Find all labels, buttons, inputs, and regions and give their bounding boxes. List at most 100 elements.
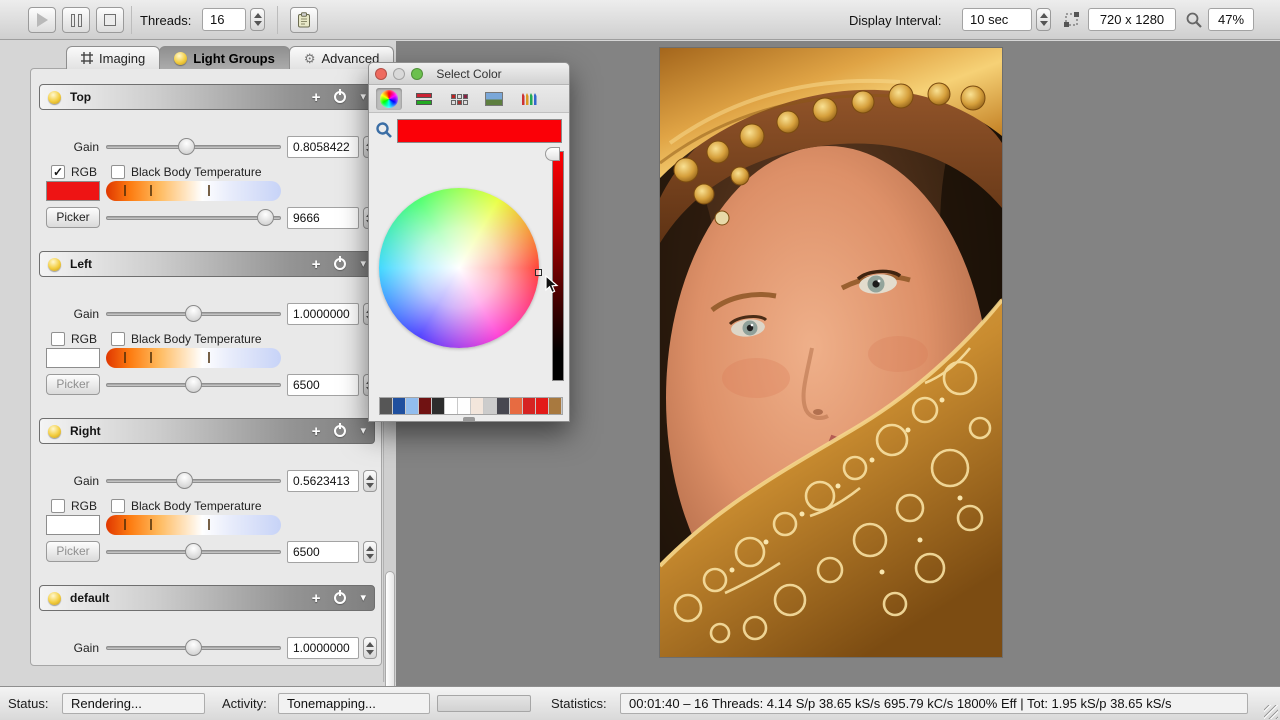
step-down-icon[interactable] xyxy=(366,483,374,488)
step-up-icon[interactable] xyxy=(1040,13,1048,18)
temperature-slider[interactable] xyxy=(106,383,281,387)
temperature-stepper[interactable] xyxy=(363,541,377,563)
slider-knob[interactable] xyxy=(178,138,195,155)
color-wheel-mode-button[interactable] xyxy=(376,88,402,110)
temperature-value-input[interactable]: 6500 xyxy=(287,541,359,563)
gain-stepper[interactable] xyxy=(363,470,377,492)
add-icon[interactable]: + xyxy=(312,90,321,105)
step-down-icon[interactable] xyxy=(366,554,374,559)
pause-button[interactable] xyxy=(62,7,90,33)
display-interval-stepper[interactable] xyxy=(1036,8,1051,31)
temperature-value-input[interactable]: 9666 xyxy=(287,207,359,229)
crayons-mode-button[interactable] xyxy=(516,88,542,110)
rgb-checkbox[interactable] xyxy=(51,499,65,513)
copy-to-clipboard-button[interactable] xyxy=(290,7,318,33)
swatch[interactable] xyxy=(432,398,445,414)
step-up-icon[interactable] xyxy=(366,642,374,647)
gain-value-input[interactable]: 0.8058422 xyxy=(287,136,359,158)
blackbody-gradient-bar[interactable] xyxy=(106,181,281,201)
swatch[interactable] xyxy=(510,398,523,414)
swatch[interactable] xyxy=(406,398,419,414)
step-up-icon[interactable] xyxy=(366,546,374,551)
threads-input[interactable]: 16 xyxy=(202,8,246,31)
power-toggle-icon[interactable] xyxy=(334,592,346,604)
rgb-checkbox[interactable] xyxy=(51,332,65,346)
add-icon[interactable]: + xyxy=(312,591,321,606)
light-group-header[interactable]: default + ▾ xyxy=(39,585,375,611)
swatch[interactable] xyxy=(393,398,406,414)
bbt-checkbox[interactable] xyxy=(111,332,125,346)
display-interval-input[interactable]: 10 sec xyxy=(962,8,1032,31)
light-group-header[interactable]: Right + ▾ xyxy=(39,418,375,444)
temperature-value-input[interactable]: 6500 xyxy=(287,374,359,396)
add-icon[interactable]: + xyxy=(312,424,321,439)
rgb-color-swatch[interactable] xyxy=(46,181,100,201)
rgb-checkbox[interactable]: ✓ xyxy=(51,165,65,179)
gain-slider[interactable] xyxy=(106,646,281,650)
swatch[interactable] xyxy=(445,398,458,414)
bbt-checkbox[interactable] xyxy=(111,499,125,513)
stop-button[interactable] xyxy=(96,7,124,33)
swatch[interactable] xyxy=(536,398,549,414)
chevron-down-icon[interactable]: ▾ xyxy=(360,259,366,270)
slider-knob[interactable] xyxy=(185,543,202,560)
magnifier-icon[interactable] xyxy=(375,121,393,142)
step-down-icon[interactable] xyxy=(254,21,262,26)
step-down-icon[interactable] xyxy=(366,650,374,655)
power-toggle-icon[interactable] xyxy=(334,91,346,103)
swatch[interactable] xyxy=(458,398,471,414)
brightness-slider-handle[interactable] xyxy=(545,147,560,161)
threads-stepper[interactable] xyxy=(250,8,265,31)
slider-knob[interactable] xyxy=(176,472,193,489)
chevron-down-icon[interactable]: ▾ xyxy=(360,593,366,604)
slider-knob[interactable] xyxy=(185,639,202,656)
swatch[interactable] xyxy=(523,398,536,414)
gain-slider[interactable] xyxy=(106,312,281,316)
bbt-checkbox[interactable] xyxy=(111,165,125,179)
power-toggle-icon[interactable] xyxy=(334,425,346,437)
scrollbar-thumb[interactable] xyxy=(385,571,395,691)
dialog-titlebar[interactable]: Select Color xyxy=(369,63,569,85)
play-button[interactable] xyxy=(28,7,56,33)
light-group-header[interactable]: Top + ▾ xyxy=(39,84,375,110)
rgb-color-swatch[interactable] xyxy=(46,348,100,368)
gain-value-input[interactable]: 1.0000000 xyxy=(287,303,359,325)
swatch[interactable] xyxy=(380,398,393,414)
image-palettes-mode-button[interactable] xyxy=(481,88,507,110)
color-sliders-mode-button[interactable] xyxy=(411,88,437,110)
swatch[interactable] xyxy=(471,398,484,414)
gain-value-input[interactable]: 0.5623413 xyxy=(287,470,359,492)
temperature-slider[interactable] xyxy=(106,216,281,220)
step-up-icon[interactable] xyxy=(366,475,374,480)
swatch[interactable] xyxy=(497,398,510,414)
swatch[interactable] xyxy=(484,398,497,414)
blackbody-gradient-bar[interactable] xyxy=(106,515,281,535)
chevron-down-icon[interactable]: ▾ xyxy=(360,426,366,437)
brightness-slider[interactable] xyxy=(552,151,564,381)
swatch[interactable] xyxy=(549,398,562,414)
slider-knob[interactable] xyxy=(185,376,202,393)
add-icon[interactable]: + xyxy=(312,257,321,272)
step-down-icon[interactable] xyxy=(1040,21,1048,26)
tab-imaging[interactable]: Imaging xyxy=(66,46,160,69)
color-palettes-mode-button[interactable] xyxy=(446,88,472,110)
tab-light-groups[interactable]: Light Groups xyxy=(159,46,290,69)
resize-grip[interactable] xyxy=(1264,705,1278,719)
chevron-down-icon[interactable]: ▾ xyxy=(360,92,366,103)
light-group-header[interactable]: Left + ▾ xyxy=(39,251,375,277)
slider-knob[interactable] xyxy=(185,305,202,322)
gain-stepper[interactable] xyxy=(363,637,377,659)
temperature-slider[interactable] xyxy=(106,550,281,554)
picker-button[interactable]: Picker xyxy=(46,207,100,228)
gain-slider[interactable] xyxy=(106,479,281,483)
gain-slider[interactable] xyxy=(106,145,281,149)
swatch[interactable] xyxy=(419,398,432,414)
swatch-drawer-handle[interactable] xyxy=(463,417,475,421)
wheel-selection-marker[interactable] xyxy=(535,269,542,276)
picker-button[interactable]: Picker xyxy=(46,374,100,395)
gain-value-input[interactable]: 1.0000000 xyxy=(287,637,359,659)
hue-saturation-wheel[interactable] xyxy=(379,188,539,348)
power-toggle-icon[interactable] xyxy=(334,258,346,270)
slider-knob[interactable] xyxy=(257,209,274,226)
rgb-color-swatch[interactable] xyxy=(46,515,100,535)
